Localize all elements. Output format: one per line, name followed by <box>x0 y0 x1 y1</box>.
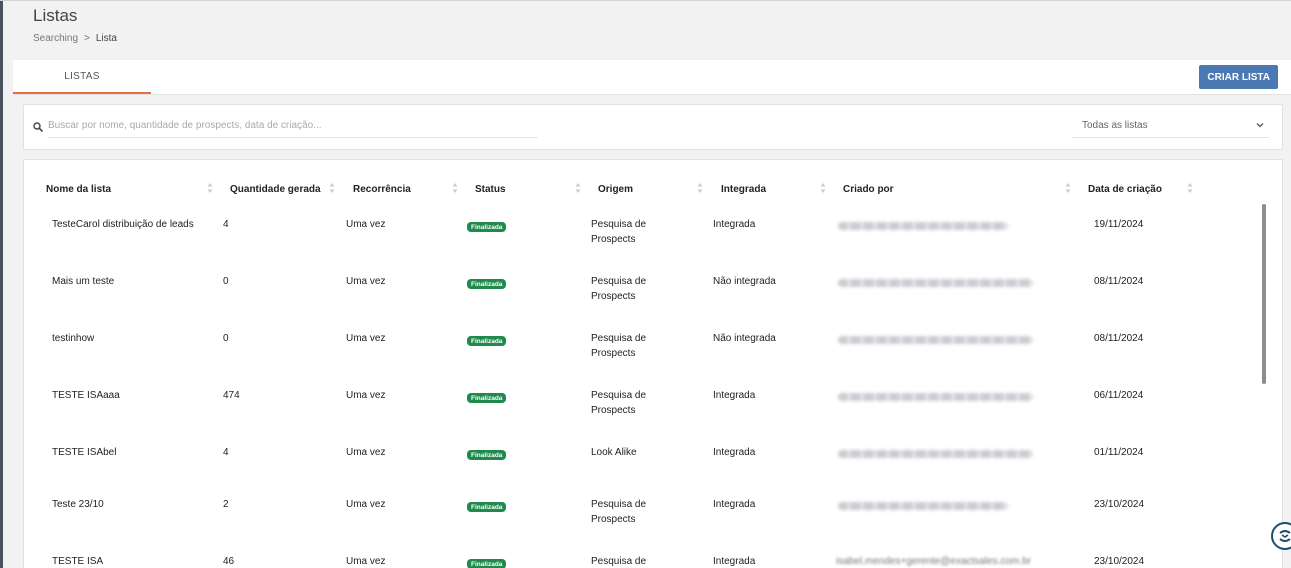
sort-icon[interactable] <box>452 182 458 194</box>
sort-icon[interactable] <box>575 182 581 194</box>
cell-recurrence: Uma vez <box>346 556 386 567</box>
search-card: Todas as listas <box>23 104 1283 150</box>
cell-integrated: Integrada <box>713 447 756 458</box>
cell-recurrence: Uma vez <box>346 447 386 458</box>
cell-integrated: Integrada <box>713 499 756 510</box>
cell-integrated: Integrada <box>713 219 756 230</box>
cell-recurrence: Uma vez <box>346 276 386 287</box>
cell-quantity: 0 <box>223 333 229 344</box>
column-header-quantity[interactable]: Quantidade gerada <box>230 184 321 195</box>
breadcrumb-separator: > <box>84 33 90 44</box>
cell-quantity: 0 <box>223 276 229 287</box>
cell-date: 19/11/2024 <box>1094 219 1144 230</box>
page-header: Listas Searching > Lista <box>13 0 1291 60</box>
cell-integrated: Não integrada <box>713 333 776 344</box>
page-title: Listas <box>33 6 78 25</box>
status-badge: Finalizada <box>467 559 507 568</box>
status-badge: Finalizada <box>467 222 507 232</box>
tab-listas[interactable]: LISTAS <box>13 60 151 94</box>
cell-quantity: 4 <box>223 219 229 230</box>
table-scrollbar[interactable] <box>1262 204 1266 384</box>
column-header-date[interactable]: Data de criação <box>1088 184 1162 195</box>
column-header-integrated[interactable]: Integrada <box>721 184 766 195</box>
chat-widget-icon <box>1279 530 1291 542</box>
status-badge: Finalizada <box>467 393 507 403</box>
cell-origin: Pesquisa de Prospects <box>591 499 647 525</box>
sort-icon[interactable] <box>820 182 826 194</box>
created-by-redacted <box>838 336 1033 344</box>
sort-icon[interactable] <box>1187 182 1193 194</box>
sort-icon[interactable] <box>697 182 703 194</box>
breadcrumb-current: Lista <box>95 33 117 44</box>
cell-name[interactable]: TESTE ISAbel <box>52 447 116 458</box>
sort-icon[interactable] <box>1065 182 1071 194</box>
cell-origin: Pesquisa de Prospects <box>591 333 647 359</box>
cell-name[interactable]: TESTE ISAaaa <box>52 390 120 401</box>
created-by-redacted <box>838 279 1033 287</box>
column-header-origin[interactable]: Origem <box>598 184 633 195</box>
cell-name[interactable]: testinhow <box>52 333 94 344</box>
created-by-redacted <box>838 222 1008 230</box>
cell-name[interactable]: Mais um teste <box>52 276 114 287</box>
cell-integrated: Integrada <box>713 556 756 567</box>
cell-date: 08/11/2024 <box>1094 276 1144 287</box>
list-filter-select[interactable]: Todas as listas <box>1072 114 1269 138</box>
created-by-redacted <box>838 450 1033 458</box>
created-by-redacted <box>838 502 1008 510</box>
list-filter-value: Todas as listas <box>1082 120 1148 131</box>
cell-date: 01/11/2024 <box>1094 447 1144 458</box>
cell-name[interactable]: Teste 23/10 <box>52 499 104 510</box>
cell-created-by: isabel.mendes+gerente@exactsales.com.br <box>836 556 1031 567</box>
column-header-recurrence[interactable]: Recorrência <box>353 184 411 195</box>
created-by-redacted <box>838 393 1033 401</box>
column-header-status[interactable]: Status <box>475 184 506 195</box>
search-input[interactable] <box>48 114 538 138</box>
cell-recurrence: Uma vez <box>346 219 386 230</box>
chat-widget-button[interactable] <box>1271 522 1291 550</box>
create-list-button[interactable]: CRIAR LISTA <box>1199 65 1278 89</box>
tab-bar: LISTAS CRIAR LISTA <box>13 60 1291 95</box>
cell-recurrence: Uma vez <box>346 390 386 401</box>
cell-quantity: 46 <box>223 556 235 567</box>
cell-integrated: Integrada <box>713 390 756 401</box>
column-header-created-by[interactable]: Criado por <box>843 184 894 195</box>
search-icon <box>33 122 43 132</box>
status-badge: Finalizada <box>467 279 507 289</box>
cell-integrated: Não integrada <box>713 276 776 287</box>
sort-icon[interactable] <box>207 182 213 194</box>
cell-origin: Pesquisa de Prospects <box>591 219 647 245</box>
breadcrumb-parent[interactable]: Searching <box>33 33 78 44</box>
window-left-edge <box>0 0 3 568</box>
sort-icon[interactable] <box>329 182 335 194</box>
cell-quantity: 4 <box>223 447 229 458</box>
status-badge: Finalizada <box>467 450 507 460</box>
cell-date: 23/10/2024 <box>1094 556 1145 567</box>
status-badge: Finalizada <box>467 336 507 346</box>
cell-recurrence: Uma vez <box>346 499 386 510</box>
cell-name[interactable]: TesteCarol distribuição de leads <box>52 219 194 230</box>
cell-date: 08/11/2024 <box>1094 333 1144 344</box>
breadcrumb: Searching > Lista <box>33 33 117 44</box>
cell-origin: Pesquisa de Prospects <box>591 276 647 302</box>
cell-origin: Pesquisa de <box>591 556 647 567</box>
column-header-name[interactable]: Nome da lista <box>46 184 111 195</box>
cell-quantity: 2 <box>223 499 229 510</box>
cell-recurrence: Uma vez <box>346 333 386 344</box>
status-badge: Finalizada <box>467 502 507 512</box>
cell-date: 06/11/2024 <box>1094 390 1144 401</box>
cell-origin: Look Alike <box>591 447 637 458</box>
lists-table: Nome da lista Quantidade gerada Recorrênci… <box>23 159 1283 568</box>
cell-date: 23/10/2024 <box>1094 499 1145 510</box>
cell-quantity: 474 <box>223 390 240 401</box>
cell-name[interactable]: TESTE ISA <box>52 556 103 567</box>
cell-origin: Pesquisa de Prospects <box>591 390 647 416</box>
chevron-down-icon <box>1256 123 1264 128</box>
